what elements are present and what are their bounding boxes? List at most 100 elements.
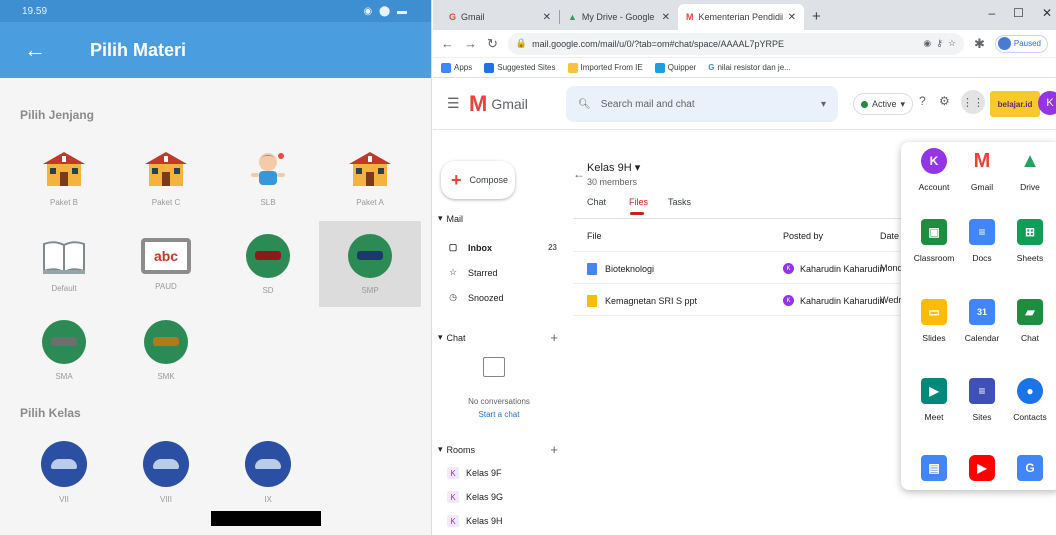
app-label: Chat [1021, 333, 1039, 343]
column-header-file[interactable]: File [587, 231, 602, 241]
jenjang-tile-paud[interactable]: abc PAUD [115, 221, 217, 307]
jenjang-tile-slb[interactable]: SLB [217, 135, 319, 221]
app-meet[interactable]: ▶ Meet [909, 378, 959, 422]
profile-button[interactable]: Paused [994, 34, 1048, 53]
file-row-kemagnetan[interactable]: Kemagnetan SRI S ppt [587, 295, 697, 307]
app-chat[interactable]: ▰ Chat [1005, 299, 1055, 343]
app-docs[interactable]: ≡ Docs [957, 219, 1007, 263]
extensions-icon[interactable]: ✱ [974, 36, 985, 52]
mail-section-header[interactable]: ▾ Mail [438, 213, 558, 224]
close-icon[interactable]: ✕ [788, 12, 796, 23]
minimize-button[interactable]: – [988, 6, 995, 20]
jenjang-tile-paket-c[interactable]: Paket C [115, 135, 217, 221]
tab-chat[interactable]: Chat [587, 197, 606, 207]
jenjang-tile-paket-a[interactable]: Paket A [319, 135, 421, 221]
bookmark-quipper[interactable]: Quipper [654, 62, 696, 73]
gmail-icon: G [449, 12, 457, 22]
app-slides[interactable]: ▭ Slides [909, 299, 959, 343]
jenjang-tile-smk[interactable]: SMK [115, 307, 217, 393]
reload-icon[interactable]: ↻ [487, 36, 498, 52]
column-header-date[interactable]: Date p [880, 231, 903, 241]
close-icon[interactable]: ✕ [543, 12, 551, 23]
sidebar-item-inbox[interactable]: ▢ Inbox 23 [447, 242, 557, 253]
address-bar[interactable]: 🔒 mail.google.com/mail/u/0/?tab=om#chat/… [507, 32, 964, 55]
column-header-posted-by[interactable]: Posted by [783, 231, 823, 241]
search-input[interactable]: 🔍︎ Search mail and chat ▾ [566, 86, 838, 122]
app-calendar[interactable]: 31 Calendar [957, 299, 1007, 343]
jenjang-tile-default[interactable]: Default [13, 221, 115, 307]
space-title[interactable]: Kelas 9H ▾ [587, 161, 640, 174]
key-icon[interactable]: ⚷ [936, 38, 943, 49]
menu-icon[interactable]: ☰ [447, 95, 469, 112]
status-chip[interactable]: Active ▾ [853, 93, 914, 115]
close-icon[interactable]: ✕ [662, 12, 670, 23]
browser-window: G Gmail ✕ ▲ My Drive - Google Drive ✕ M … [433, 0, 1056, 535]
chevron-down-icon[interactable]: ▾ [821, 99, 826, 110]
apps-grid-icon [441, 62, 451, 73]
sidebar-item-label: Inbox [468, 242, 492, 253]
new-tab-button[interactable]: + [804, 8, 829, 30]
forward-icon[interactable]: → [464, 36, 477, 51]
chat-section-header[interactable]: ▾ Chat + [438, 330, 558, 345]
bookmark-suggested-sites[interactable]: Suggested Sites [484, 62, 556, 73]
kelas-tile-ix[interactable]: IX [217, 432, 319, 512]
jenjang-tile-sd[interactable]: SD [217, 221, 319, 307]
app-contacts[interactable]: ● Contacts [1005, 378, 1055, 422]
jenjang-tile-paket-b[interactable]: Paket B [13, 135, 115, 221]
jenjang-tile-sma[interactable]: SMA [13, 307, 115, 393]
add-room-button[interactable]: + [550, 442, 558, 457]
bookmark-imported-ie[interactable]: Imported From IE [567, 62, 643, 73]
start-chat-link[interactable]: Start a chat [433, 410, 565, 419]
apps-grid-button[interactable]: ⋮⋮ [961, 90, 985, 114]
gear-icon[interactable]: ⚙ [939, 94, 950, 108]
app-account[interactable]: K Account [909, 148, 959, 192]
tile-label: VIII [159, 494, 172, 504]
arrow-back-icon[interactable]: ← [24, 37, 74, 63]
app-youtube[interactable]: ▶ [957, 455, 1007, 481]
close-window-button[interactable]: ✕ [1042, 6, 1052, 20]
avatar: K [783, 263, 794, 274]
kelas-tile-viii[interactable]: VIII [115, 432, 217, 512]
tab-tasks[interactable]: Tasks [668, 197, 691, 207]
app-sites[interactable]: ≡ Sites [957, 378, 1007, 422]
room-item[interactable]: K Kelas 9H [447, 515, 503, 527]
app-forms[interactable]: G [1005, 455, 1055, 481]
sidebar-item-starred[interactable]: ☆ Starred [447, 267, 557, 278]
file-date: Wedne [880, 295, 903, 305]
gmail-logo[interactable]: M Gmail [469, 92, 571, 115]
star-icon: ☆ [448, 267, 458, 277]
app-gmail[interactable]: M Gmail [957, 148, 1007, 192]
location-icon[interactable]: ◉ [923, 38, 931, 49]
belajar-id-badge[interactable]: belajar.id [990, 91, 1040, 117]
tab-drive[interactable]: ▲ My Drive - Google Drive ✕ [560, 4, 678, 30]
tab-gmail[interactable]: G Gmail ✕ [441, 4, 559, 30]
tile-label: SMP [361, 285, 379, 295]
file-row-bioteknologi[interactable]: Bioteknologi [587, 263, 654, 275]
arrow-back-icon[interactable]: ← [573, 167, 585, 181]
add-chat-button[interactable]: + [550, 330, 558, 345]
help-icon[interactable]: ? [919, 94, 926, 108]
kelas-tile-vii[interactable]: VII [13, 432, 115, 512]
chat-bubble-icon [483, 357, 505, 377]
room-item[interactable]: K Kelas 9G [447, 491, 503, 503]
compose-button[interactable]: + Compose [441, 161, 515, 199]
app-directory[interactable]: ▤ [909, 455, 959, 481]
bookmark-resistor[interactable]: Gnilai resistor dan je... [708, 63, 791, 72]
sidebar-item-snoozed[interactable]: ◷ Snoozed [447, 292, 557, 303]
tab-kementerian[interactable]: M Kementerian Pendidikan dan Kel ✕ [678, 4, 804, 30]
tab-files[interactable]: Files [629, 197, 648, 207]
star-icon[interactable]: ☆ [948, 38, 956, 49]
app-label: Gmail [970, 182, 994, 192]
back-icon[interactable]: ← [441, 36, 454, 51]
app-classroom[interactable]: ▣ Classroom [909, 219, 959, 263]
rooms-section-header[interactable]: ▾ Rooms + [438, 442, 558, 457]
jenjang-tile-smp[interactable]: SMP [319, 221, 421, 307]
bookmark-apps[interactable]: Apps [441, 62, 472, 73]
app-label: Sheets [1016, 253, 1044, 263]
maximize-button[interactable]: ☐ [1013, 6, 1024, 20]
avatar[interactable]: K [1038, 91, 1056, 115]
room-item[interactable]: K Kelas 9F [447, 467, 502, 479]
divider [573, 315, 903, 316]
app-drive[interactable]: ▲ Drive [1005, 148, 1055, 192]
app-sheets[interactable]: ⊞ Sheets [1005, 219, 1055, 263]
